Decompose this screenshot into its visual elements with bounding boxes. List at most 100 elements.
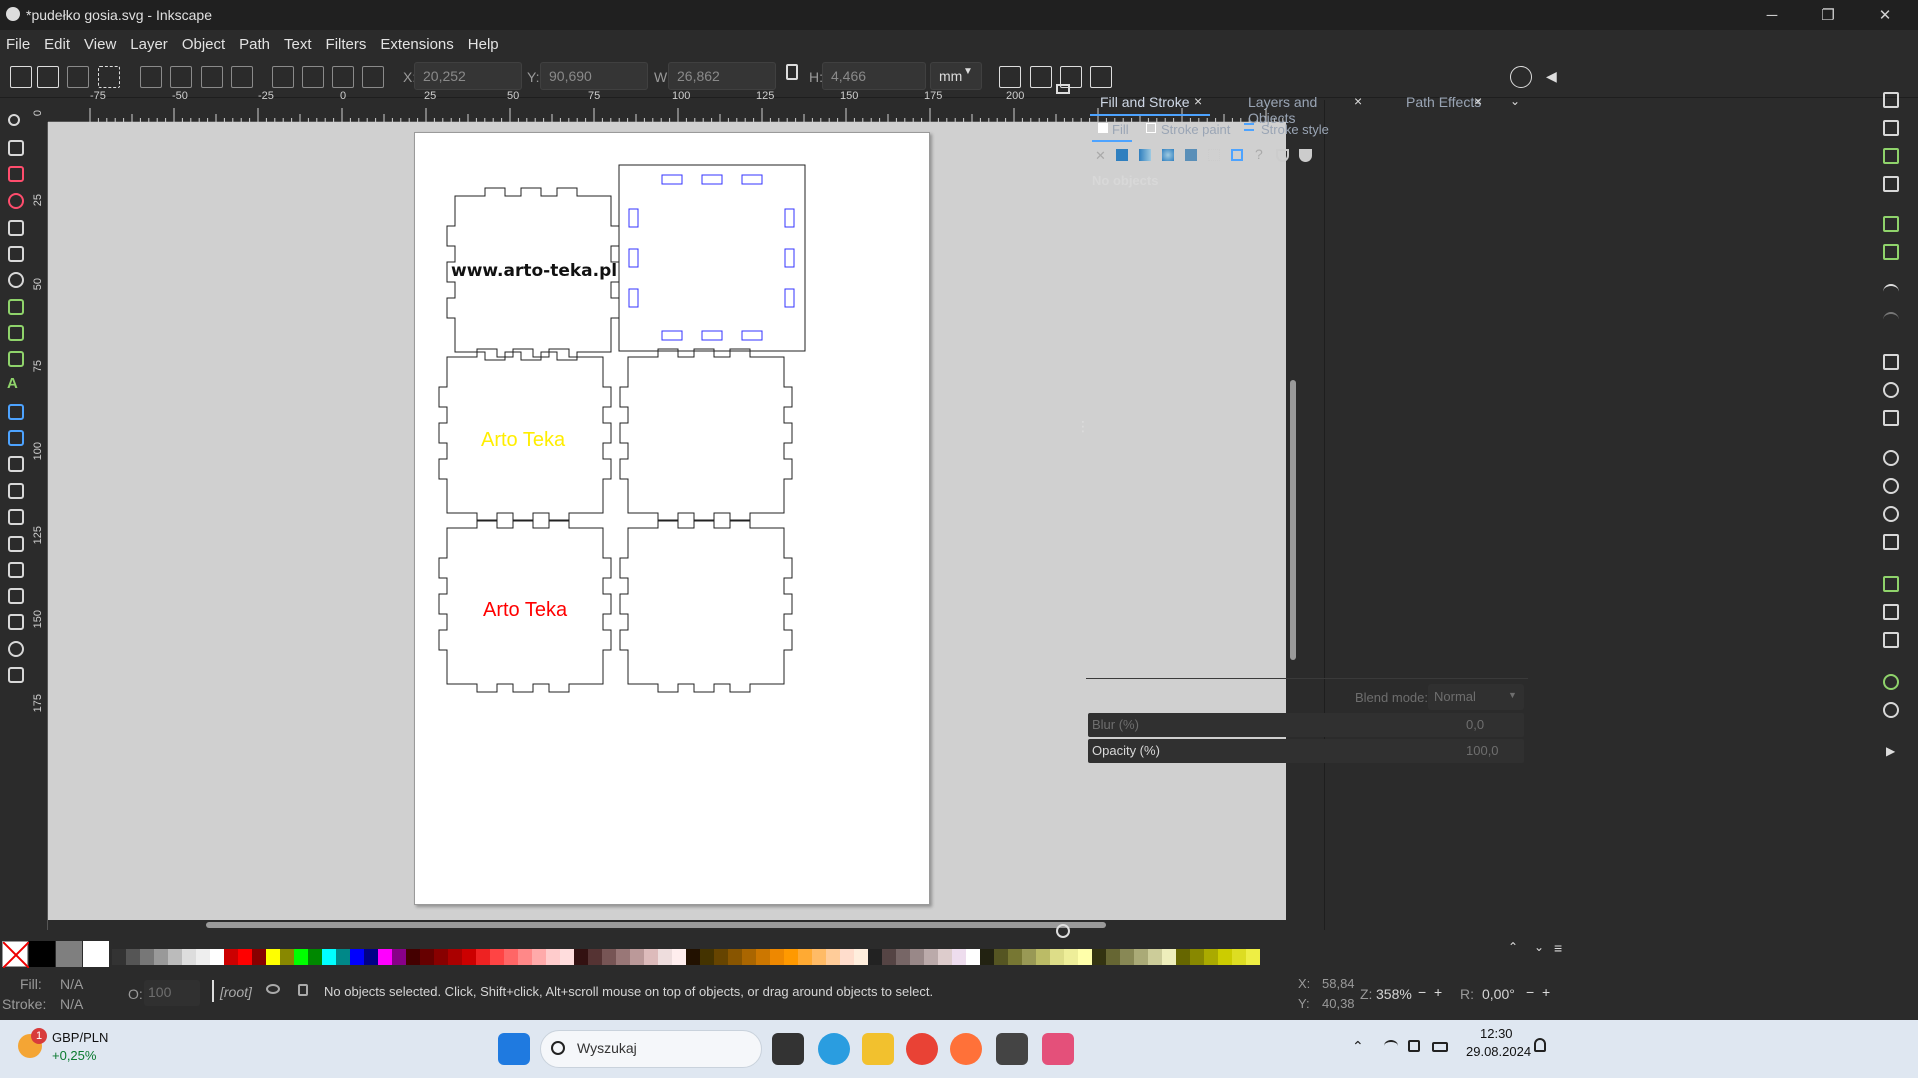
text-tool-icon[interactable]: A: [7, 375, 18, 392]
ticker-name[interactable]: GBP/PLN: [52, 1030, 108, 1045]
tab-layers-and-objects[interactable]: Layers and Objects ×: [1232, 88, 1366, 126]
save-icon[interactable]: [1883, 148, 1899, 164]
palette-swatch[interactable]: [504, 949, 518, 965]
tweak-tool-icon[interactable]: [8, 509, 24, 525]
page[interactable]: www.arto-teka.pl Arto Teka Arto Teka: [414, 132, 930, 905]
unlink-clone-icon[interactable]: [1883, 632, 1899, 648]
palette-swatch[interactable]: [1050, 949, 1064, 965]
layer-lock-icon[interactable]: [298, 984, 308, 996]
move-patterns-icon[interactable]: [1090, 66, 1112, 88]
palette-swatch[interactable]: [420, 949, 434, 965]
snap-menu-chevron-icon[interactable]: ◀: [1546, 68, 1557, 85]
zoom-in-icon[interactable]: +: [1434, 984, 1442, 1000]
palette-swatch[interactable]: [350, 949, 364, 965]
current-layer[interactable]: [root]: [220, 984, 252, 1000]
duplicate-icon[interactable]: [1883, 576, 1899, 592]
opacity-value[interactable]: 100,0: [1466, 743, 1499, 758]
blur-slider[interactable]: Blur (%) 0,0: [1088, 713, 1524, 737]
palette-swatch[interactable]: [490, 949, 504, 965]
firefox-icon[interactable]: [950, 1033, 982, 1065]
blur-value[interactable]: 0,0: [1466, 717, 1484, 732]
palette-swatch[interactable]: [882, 949, 896, 965]
connector-tool-icon[interactable]: [8, 588, 24, 604]
fill-rule-evenodd-icon[interactable]: [1276, 149, 1289, 162]
palette-swatch[interactable]: [812, 949, 826, 965]
rotate-ccw-status-icon[interactable]: −: [1526, 984, 1534, 1000]
blend-mode-select[interactable]: Normal ▼: [1428, 684, 1524, 710]
palette-swatch[interactable]: [784, 949, 798, 965]
palette-swatch[interactable]: [616, 949, 630, 965]
box-piece-base[interactable]: [618, 164, 806, 352]
notifications-bell-icon[interactable]: [1534, 1038, 1546, 1052]
palette-swatch[interactable]: [630, 949, 644, 965]
palette-swatch[interactable]: [910, 949, 924, 965]
palette-swatch[interactable]: [336, 949, 350, 965]
palette-swatch[interactable]: [168, 949, 182, 965]
menu-extensions[interactable]: Extensions: [380, 36, 453, 53]
gradient-tool-icon[interactable]: [8, 404, 24, 420]
menu-object[interactable]: Object: [182, 36, 225, 53]
palette-swatch[interactable]: [1246, 949, 1260, 965]
group-icon[interactable]: [1883, 674, 1899, 690]
tab-close-icon[interactable]: ×: [1354, 93, 1362, 109]
file-explorer-icon[interactable]: [862, 1033, 894, 1065]
palette-swatch[interactable]: [462, 949, 476, 965]
tab-close-icon[interactable]: ×: [1474, 93, 1482, 109]
windows-start-icon[interactable]: [498, 1033, 530, 1065]
palette-swatch[interactable]: [700, 949, 714, 965]
tab-fill-and-stroke[interactable]: Fill and Stroke ×: [1090, 88, 1210, 116]
snap-toggle-icon[interactable]: [1510, 66, 1532, 88]
palette-swatch[interactable]: [518, 949, 532, 965]
palette-swatch[interactable]: [140, 949, 154, 965]
rotate-ccw-icon[interactable]: [140, 66, 162, 88]
palette-swatch[interactable]: [1148, 949, 1162, 965]
palette-swatch[interactable]: [1120, 949, 1134, 965]
tray-overflow-chevron-icon[interactable]: ⌃: [1352, 1038, 1364, 1055]
palette-swatch[interactable]: [1218, 949, 1232, 965]
no-paint-icon[interactable]: ✕: [1095, 148, 1106, 164]
clock-date[interactable]: 29.08.2024: [1466, 1044, 1531, 1059]
palette-swatch[interactable]: [1022, 949, 1036, 965]
calligraphy-tool-icon[interactable]: [8, 351, 24, 367]
zoom-page-icon[interactable]: [1883, 506, 1899, 522]
x-field[interactable]: 20,252: [414, 62, 522, 90]
palette-swatch[interactable]: [1162, 949, 1176, 965]
palette-swatch[interactable]: [1064, 949, 1078, 965]
palette-swatch[interactable]: [532, 949, 546, 965]
shape-builder-icon[interactable]: [8, 140, 24, 156]
palette-swatch[interactable]: [126, 949, 140, 965]
spiral-tool-icon[interactable]: [8, 272, 24, 288]
select-all-layers-icon[interactable]: [37, 66, 59, 88]
paste-icon[interactable]: [1883, 410, 1899, 426]
palette-scroll-up-icon[interactable]: ⌃: [1508, 940, 1518, 954]
palette-swatch[interactable]: [714, 949, 728, 965]
w-field[interactable]: 26,862: [668, 62, 776, 90]
palette-swatch[interactable]: [980, 949, 994, 965]
palette-swatch[interactable]: [644, 949, 658, 965]
palette-swatch[interactable]: [952, 949, 966, 965]
zoom-tool-icon[interactable]: [8, 641, 24, 657]
copy-icon[interactable]: [1883, 354, 1899, 370]
measure-tool-icon[interactable]: [8, 667, 24, 683]
text-arto-teka-yellow[interactable]: Arto Teka: [481, 429, 565, 452]
palette-swatch[interactable]: [1008, 949, 1022, 965]
lower-icon[interactable]: [332, 66, 354, 88]
palette-swatch[interactable]: [112, 949, 126, 965]
cut-icon[interactable]: [1883, 382, 1899, 398]
print-icon[interactable]: [1883, 176, 1899, 192]
rotate-cw-status-icon[interactable]: +: [1542, 984, 1550, 1000]
palette-swatch[interactable]: [896, 949, 910, 965]
palette-swatch[interactable]: [826, 949, 840, 965]
menu-text[interactable]: Text: [284, 36, 312, 53]
swatch-icon[interactable]: [1231, 149, 1243, 161]
flat-color-icon[interactable]: [1116, 149, 1128, 161]
palette-swatch[interactable]: [322, 949, 336, 965]
palette-scroll-down-icon[interactable]: ⌄: [1534, 940, 1544, 954]
node-tool-icon[interactable]: [8, 114, 20, 126]
ungroup-icon[interactable]: [1883, 702, 1899, 718]
taskbar-search[interactable]: Wyszukaj: [540, 1030, 762, 1068]
h-field[interactable]: 4,466: [822, 62, 926, 90]
open-icon[interactable]: [1883, 120, 1899, 136]
palette-swatch[interactable]: [1036, 949, 1050, 965]
clone-icon[interactable]: [1883, 604, 1899, 620]
